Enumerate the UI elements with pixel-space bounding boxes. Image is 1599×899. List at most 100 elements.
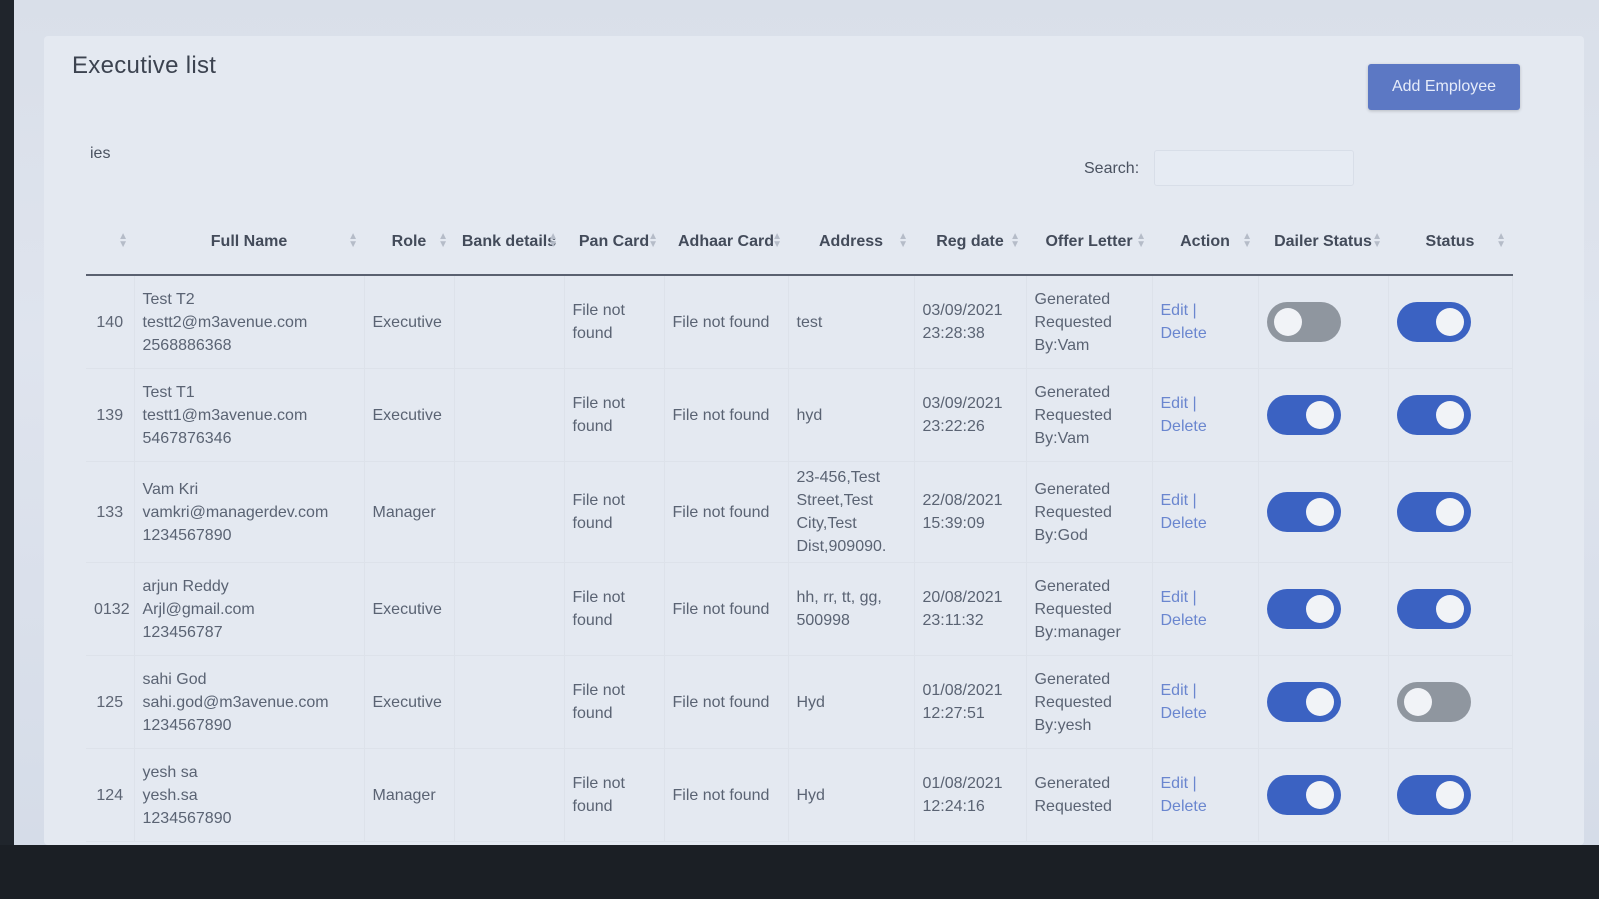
page-title: Executive list — [72, 52, 217, 79]
table-row: 140 Test T2 testt2@m3avenue.com 2568886368 E… — [86, 275, 1513, 369]
cell-bank-details — [454, 748, 565, 842]
reg-date: 20/08/2021 — [922, 589, 1003, 606]
dailer-status-toggle[interactable] — [1266, 395, 1341, 435]
employee-email: Arjl@gmail.com — [142, 600, 255, 618]
cell-address: 23-456,Test Street,Test City,Test Dist,9… — [788, 461, 915, 563]
status-toggle[interactable] — [1396, 775, 1471, 815]
employee-phone: 5467876346 — [142, 429, 232, 447]
sort-arrows-icon: ▲ ▼ — [648, 231, 658, 250]
cell-bank-details — [454, 562, 565, 656]
column-header-label: Role — [391, 232, 427, 250]
status-toggle[interactable] — [1396, 682, 1471, 722]
column-header-label: Offer Letter — [1045, 232, 1133, 250]
delete-link[interactable]: Delete — [1161, 609, 1250, 632]
cell-role: Executive — [364, 275, 455, 369]
column-header-offer[interactable]: Offer Letter ▲ ▼ — [1026, 208, 1152, 276]
cell-action: Edit | Delete — [1152, 748, 1259, 842]
sort-arrows-icon: ▲ ▼ — [118, 231, 128, 250]
edit-link[interactable]: Edit | — [1161, 772, 1250, 795]
column-header-action[interactable]: Action ▲ ▼ — [1152, 208, 1258, 276]
sort-arrows-icon: ▲ ▼ — [1010, 231, 1020, 250]
column-header-reg[interactable]: Reg date ▲ ▼ — [914, 208, 1026, 276]
search-input[interactable] — [1154, 150, 1354, 186]
employee-phone: 1234567890 — [142, 526, 232, 544]
dailer-status-toggle[interactable] — [1266, 302, 1341, 342]
cell-role: Executive — [364, 562, 455, 656]
cell-action: Edit | Delete — [1152, 562, 1259, 656]
offer-requested-by: Requested By:Vam — [1034, 406, 1112, 447]
employee-name: Test T2 — [142, 290, 195, 308]
employee-email: sahi.god@m3avenue.com — [142, 693, 329, 711]
reg-time: 12:24:16 — [922, 798, 985, 815]
cell-address: Hyd — [788, 655, 915, 749]
cell-pan-card: File not found — [564, 461, 665, 563]
edit-link[interactable]: Edit | — [1161, 679, 1250, 702]
cell-bank-details — [454, 368, 565, 462]
toggle-knob — [1435, 781, 1464, 809]
cell-role: Executive — [364, 655, 455, 749]
delete-link[interactable]: Delete — [1161, 415, 1250, 438]
screen: Executive list Add Employee ies Search: … — [14, 0, 1599, 845]
offer-status: Generated — [1034, 480, 1111, 498]
delete-link[interactable]: Delete — [1161, 512, 1250, 535]
dailer-status-toggle[interactable] — [1266, 589, 1341, 629]
edit-link[interactable]: Edit | — [1161, 299, 1250, 322]
column-header-label: Dailer Status — [1274, 232, 1372, 250]
cell-dailer-status — [1258, 748, 1389, 842]
table-header-row: ▲ ▼ Full Name ▲ ▼ Role ▲ ▼ Bank details ▲ ▼ Pan Car… — [86, 208, 1512, 276]
sort-arrows-icon: ▲ ▼ — [772, 231, 782, 250]
edit-link[interactable]: Edit | — [1161, 586, 1250, 609]
toggle-knob — [1305, 781, 1334, 809]
cell-bank-details — [454, 461, 565, 563]
reg-date: 01/08/2021 — [922, 682, 1003, 699]
offer-requested-by: Requested By:manager — [1034, 600, 1121, 641]
delete-link[interactable]: Delete — [1161, 702, 1250, 725]
cell-role: Executive — [364, 368, 455, 462]
toggle-knob — [1403, 688, 1432, 716]
delete-link[interactable]: Delete — [1161, 322, 1250, 345]
column-header-status[interactable]: Status ▲ ▼ — [1388, 208, 1512, 276]
column-header-role[interactable]: Role ▲ ▼ — [364, 208, 454, 276]
add-employee-button[interactable]: Add Employee — [1368, 64, 1520, 110]
column-header-label: Status — [1425, 232, 1475, 250]
dailer-status-toggle[interactable] — [1266, 682, 1341, 722]
column-header-label: Adhaar Card — [677, 232, 775, 250]
employee-name: sahi God — [142, 670, 207, 688]
column-header-id[interactable]: ▲ ▼ — [86, 208, 134, 276]
dailer-status-toggle[interactable] — [1266, 775, 1341, 815]
offer-status: Generated — [1034, 290, 1111, 308]
column-header-address[interactable]: Address ▲ ▼ — [788, 208, 914, 276]
status-toggle[interactable] — [1396, 492, 1471, 532]
status-toggle[interactable] — [1396, 395, 1471, 435]
column-header-label: Action — [1180, 232, 1230, 250]
status-toggle[interactable] — [1396, 302, 1471, 342]
cell-adhaar-card: File not found — [664, 275, 789, 369]
cell-pan-card: File not found — [564, 368, 665, 462]
cell-id: 140 — [86, 275, 135, 369]
cell-reg-date: 03/09/2021 23:22:26 — [914, 368, 1027, 462]
executive-table: ▲ ▼ Full Name ▲ ▼ Role ▲ ▼ Bank details ▲ ▼ Pan Car… — [86, 208, 1513, 842]
cell-status — [1388, 562, 1513, 656]
column-header-adhaar[interactable]: Adhaar Card ▲ ▼ — [664, 208, 788, 276]
cell-address: hh, rr, tt, gg, 500998 — [788, 562, 915, 656]
cell-dailer-status — [1258, 275, 1389, 369]
cell-offer-letter: Generated Requested By:yesh — [1026, 655, 1153, 749]
status-toggle[interactable] — [1396, 589, 1471, 629]
dailer-status-toggle[interactable] — [1266, 492, 1341, 532]
toggle-knob — [1305, 498, 1334, 526]
delete-link[interactable]: Delete — [1161, 795, 1250, 818]
column-header-bank[interactable]: Bank details ▲ ▼ — [454, 208, 564, 276]
column-header-pan[interactable]: Pan Card ▲ ▼ — [564, 208, 664, 276]
cell-status — [1388, 748, 1513, 842]
employee-email: yesh.sa — [142, 786, 198, 804]
cell-offer-letter: Generated Requested By:God — [1026, 461, 1153, 563]
edit-link[interactable]: Edit | — [1161, 392, 1250, 415]
cell-bank-details — [454, 275, 565, 369]
edit-link[interactable]: Edit | — [1161, 489, 1250, 512]
employee-name: arjun Reddy — [142, 577, 229, 595]
toggle-knob — [1305, 401, 1334, 429]
column-header-dailer[interactable]: Dailer Status ▲ ▼ — [1258, 208, 1388, 276]
search-label: Search: — [1084, 160, 1140, 177]
column-header-name[interactable]: Full Name ▲ ▼ — [134, 208, 364, 276]
cell-dailer-status — [1258, 655, 1389, 749]
